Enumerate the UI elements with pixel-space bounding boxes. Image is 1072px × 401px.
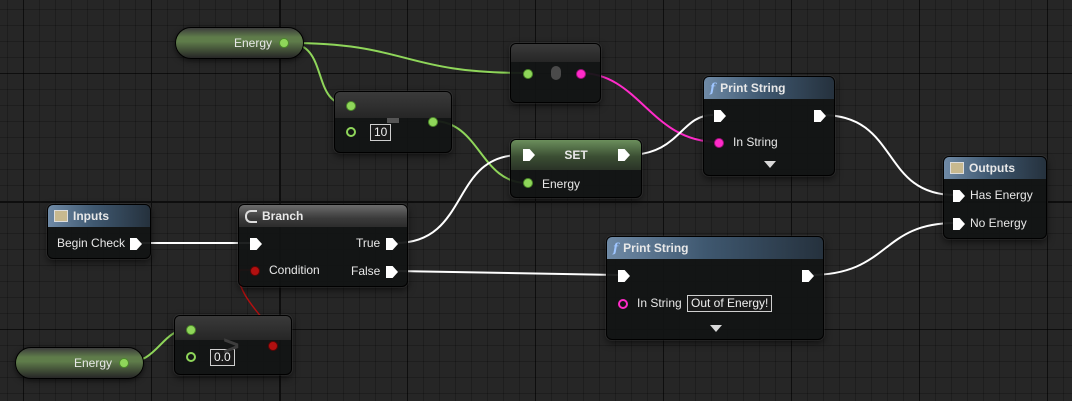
print-string-top-header: f Print String (704, 77, 834, 99)
compare-top-value-field[interactable]: 10 (370, 124, 392, 141)
print-string-top-title: Print String (720, 81, 786, 95)
branch-condition-pin[interactable] (250, 266, 260, 276)
branch-true-label: True (356, 236, 381, 250)
wire-print-to-has-energy (821, 114, 956, 196)
print-bottom-in-string-label: In String (637, 296, 682, 310)
wire-energy-to-convert (287, 42, 527, 74)
print-bottom-in-string-pin[interactable] (618, 299, 628, 309)
print-string-bottom-header: f Print String (607, 237, 823, 259)
greater-than-icon: > (223, 330, 240, 361)
convert-icon (551, 66, 561, 80)
energy-variable-top[interactable]: Energy (175, 27, 304, 59)
print-top-exec-in-pin[interactable] (714, 110, 726, 122)
compare-top-input-a-pin[interactable] (346, 101, 356, 111)
convert-node-header (511, 44, 600, 62)
tunnel-icon (54, 210, 68, 222)
print-string-bottom[interactable]: f Print String In String Out of Energy! (606, 236, 824, 340)
outputs-header: Outputs (944, 157, 1046, 179)
compare-node-top[interactable]: 10 (334, 91, 452, 153)
compare-bottom-input-a-pin[interactable] (186, 325, 196, 335)
function-icon: f (613, 241, 619, 255)
print-string-bottom-title: Print String (623, 241, 689, 255)
wire-true-to-set (395, 154, 521, 244)
set-node-title: SET (564, 148, 588, 162)
inputs-header: Inputs (48, 205, 150, 227)
print-top-in-string-pin[interactable] (714, 138, 724, 148)
branch-false-label: False (351, 264, 381, 278)
compare-top-operator-icon (387, 118, 399, 123)
no-energy-exec-pin[interactable] (953, 218, 965, 230)
branch-header: Branch (239, 205, 407, 227)
begin-check-exec-pin[interactable] (130, 238, 142, 250)
branch-icon (245, 209, 257, 223)
set-energy-pin[interactable] (523, 178, 533, 188)
branch-true-pin[interactable] (386, 238, 398, 250)
energy-output-pin[interactable] (279, 38, 289, 48)
compare-top-output-pin[interactable] (428, 117, 438, 127)
print-bottom-expand-icon[interactable] (710, 325, 722, 332)
has-energy-label: Has Energy (970, 188, 1033, 202)
print-bottom-string-field[interactable]: Out of Energy! (687, 295, 773, 312)
compare-top-input-b-pin[interactable] (346, 127, 356, 137)
compare-bottom-input-b-pin[interactable] (186, 352, 196, 362)
branch-title: Branch (262, 209, 304, 223)
energy-variable-top-label: Energy (234, 36, 273, 50)
print-top-in-string-label: In String (733, 135, 778, 149)
tunnel-icon (950, 162, 964, 174)
convert-input-pin[interactable] (523, 69, 533, 79)
no-energy-label: No Energy (970, 216, 1027, 230)
branch-false-pin[interactable] (386, 266, 398, 278)
print-bottom-exec-out-pin[interactable] (802, 270, 814, 282)
inputs-title: Inputs (73, 209, 109, 223)
branch-exec-in-pin[interactable] (250, 238, 262, 250)
convert-output-pin[interactable] (576, 69, 586, 79)
compare-node-bottom[interactable]: 0.0 > (174, 315, 292, 375)
branch-condition-label: Condition (269, 263, 320, 277)
branch-node[interactable]: Branch True Condition False (238, 204, 408, 287)
print-string-top[interactable]: f Print String In String (703, 76, 835, 176)
inputs-node[interactable]: Inputs Begin Check (47, 204, 151, 259)
wire-false-to-print (395, 270, 619, 276)
has-energy-exec-pin[interactable] (953, 190, 965, 202)
set-energy-label: Energy (542, 177, 581, 191)
outputs-title: Outputs (969, 161, 1015, 175)
outputs-node[interactable]: Outputs Has Energy No Energy (943, 156, 1047, 239)
set-node[interactable]: SET Energy (510, 139, 642, 198)
begin-check-label: Begin Check (57, 236, 126, 250)
wire-print-to-no-energy (809, 222, 956, 276)
print-top-expand-icon[interactable] (764, 161, 776, 168)
convert-node[interactable] (510, 43, 601, 103)
print-top-exec-out-pin[interactable] (814, 110, 826, 122)
print-bottom-exec-in-pin[interactable] (618, 270, 630, 282)
function-icon: f (710, 81, 716, 95)
compare-bottom-output-pin[interactable] (268, 341, 278, 351)
energy-variable-bottom[interactable]: Energy (15, 347, 144, 379)
energy-output-pin-bottom[interactable] (119, 358, 129, 368)
energy-variable-bottom-label: Energy (74, 356, 113, 370)
